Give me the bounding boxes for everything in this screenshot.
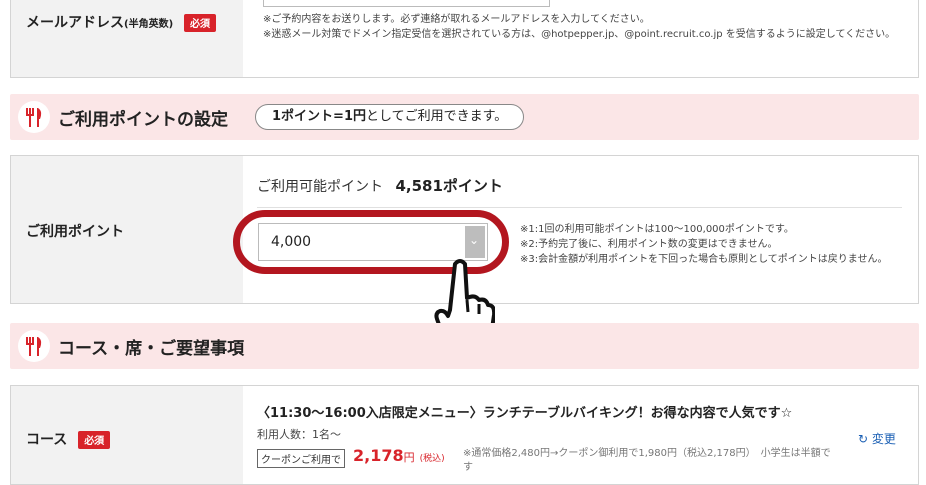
point-rate-pill: 1ポイント=1円としてご利用できます。 [255, 104, 525, 130]
email-note-2: ※迷惑メール対策でドメイン指定受信を選択されている方は、@hotpepper.j… [263, 29, 896, 40]
email-label-small: (半角英数) [124, 19, 174, 30]
course-section-header: コース・席・ご要望事項 [10, 323, 919, 369]
email-input[interactable] [263, 0, 550, 7]
restaurant-icon [18, 330, 50, 362]
email-note-1: ※ご予約内容をお送りします。必ず連絡が取れるメールアドレスを入力してください。 [263, 14, 650, 25]
change-label[interactable]: 変更 [872, 432, 896, 446]
refresh-icon: ↻ [858, 432, 869, 446]
required-badge: 必須 [78, 431, 111, 449]
coupon-tag: クーポンご利用で [257, 449, 345, 468]
email-label-cell: メールアドレス(半角英数) 必須 [11, 0, 243, 77]
course-label: コース [26, 432, 68, 448]
section-title: ご利用ポイントの設定 [58, 110, 228, 130]
required-badge: 必須 [184, 14, 217, 32]
points-section-header: ご利用ポイントの設定 1ポイント=1円としてご利用できます。 [10, 94, 919, 140]
section-title: コース・席・ご要望事項 [58, 339, 245, 359]
restaurant-icon [18, 101, 50, 133]
points-label: ご利用ポイント [26, 224, 124, 240]
email-label: メールアドレス [26, 15, 124, 31]
points-label-cell: ご利用ポイント [11, 156, 243, 303]
course-name: 〈11:30〜16:00入店限定メニュー〉ランチテーブルバイキング！お得な内容で… [257, 406, 793, 421]
points-notes: ※1:1回の利用可能ポイントは100〜100,000ポイントです。 ※2:予約完… [520, 224, 888, 265]
available-points: ご利用可能ポイント 4,581ポイント [257, 177, 503, 195]
available-points-value: 4,581ポイント [395, 177, 503, 195]
course-people: 利用人数：1名〜 [257, 428, 341, 441]
divider [257, 207, 902, 208]
email-row: メールアドレス(半角英数) 必須 ※ご予約内容をお送りします。必ず連絡が取れるメ… [10, 0, 919, 78]
change-link[interactable]: ↻ 変更 [858, 430, 896, 447]
price-note: ※通常価格2,480円→クーポン御利用で1,980円（税込2,178円） 小学生… [463, 448, 831, 473]
course-price: 2,178円 (税込) [353, 446, 445, 465]
course-label-cell: コース 必須 [11, 386, 243, 484]
